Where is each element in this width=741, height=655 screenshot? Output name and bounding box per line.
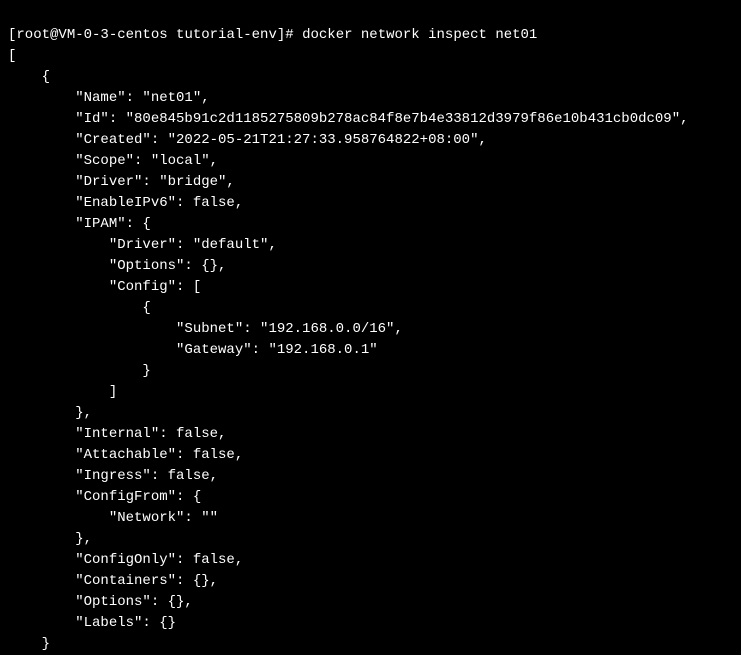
json-labels: "Labels": {} xyxy=(8,615,176,631)
json-open-bracket: [ xyxy=(8,48,16,64)
prompt-dir: tutorial-env xyxy=(176,27,277,43)
json-id: "Id": "80e845b91c2d1185275809b278ac84f8e… xyxy=(8,111,689,127)
json-configfrom-network: "Network": "" xyxy=(8,510,218,526)
json-ingress: "Ingress": false, xyxy=(8,468,218,484)
json-configonly: "ConfigOnly": false, xyxy=(8,552,243,568)
json-ipam-close: }, xyxy=(8,405,92,421)
json-open-brace: { xyxy=(8,69,50,85)
json-ipam-driver: "Driver": "default", xyxy=(8,237,277,253)
json-ipam-options: "Options": {}, xyxy=(8,258,226,274)
prompt-line: [root@VM-0-3-centos tutorial-env]# docke… xyxy=(8,27,537,43)
prompt-symbol: # xyxy=(285,27,293,43)
json-internal: "Internal": false, xyxy=(8,426,226,442)
json-ipam-config-brace-close: } xyxy=(8,363,151,379)
command-text: docker network inspect net01 xyxy=(302,27,537,43)
json-ipam-gateway: "Gateway": "192.168.0.1" xyxy=(8,342,378,358)
prompt-user: root xyxy=(16,27,50,43)
json-ipam-config-open: "Config": [ xyxy=(8,279,201,295)
json-configfrom-close: }, xyxy=(8,531,92,547)
json-configfrom-open: "ConfigFrom": { xyxy=(8,489,201,505)
json-ipam-config-brace-open: { xyxy=(8,300,151,316)
json-close-brace: } xyxy=(8,636,50,652)
prompt-host: VM-0-3-centos xyxy=(58,27,167,43)
json-scope: "Scope": "local", xyxy=(8,153,218,169)
json-name: "Name": "net01", xyxy=(8,90,210,106)
json-created: "Created": "2022-05-21T21:27:33.95876482… xyxy=(8,132,487,148)
json-attachable: "Attachable": false, xyxy=(8,447,243,463)
json-ipam-config-close: ] xyxy=(8,384,117,400)
json-ipam-open: "IPAM": { xyxy=(8,216,151,232)
json-ipam-subnet: "Subnet": "192.168.0.0/16", xyxy=(8,321,403,337)
json-containers: "Containers": {}, xyxy=(8,573,218,589)
json-driver: "Driver": "bridge", xyxy=(8,174,235,190)
json-enableipv6: "EnableIPv6": false, xyxy=(8,195,243,211)
json-options: "Options": {}, xyxy=(8,594,193,610)
terminal-output[interactable]: [root@VM-0-3-centos tutorial-env]# docke… xyxy=(8,4,733,655)
